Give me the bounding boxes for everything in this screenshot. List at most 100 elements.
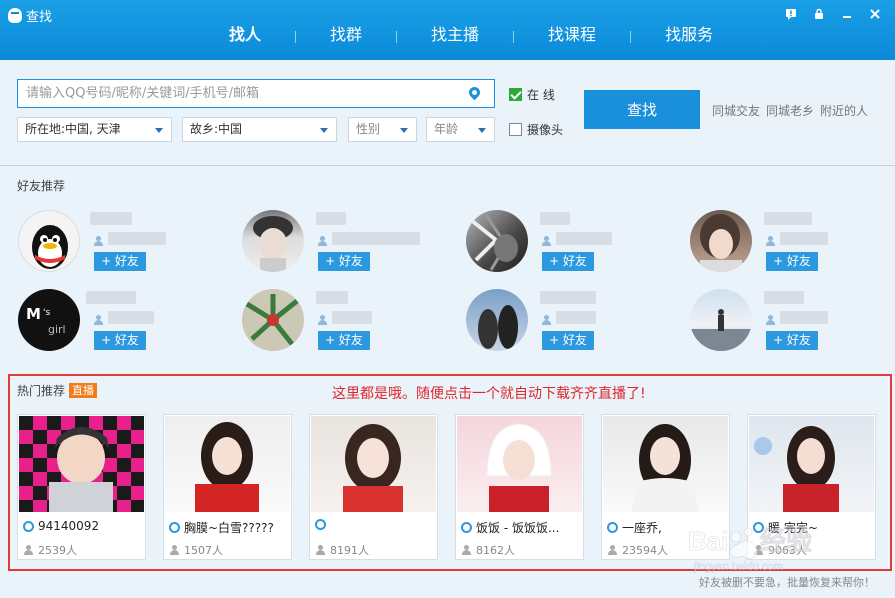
live-card-viewer-count: 9063人	[768, 544, 807, 557]
tab-find-groups[interactable]: 找群	[296, 24, 396, 50]
redacted-info	[556, 232, 612, 245]
redacted-info	[108, 311, 154, 324]
annotation-text: 这里都是哦。随便点击一个就自动下载齐齐直播了!	[332, 386, 646, 402]
avatar[interactable]	[466, 210, 528, 272]
hot-section-title: 热门推荐 直播	[17, 382, 98, 399]
redacted-info	[108, 232, 166, 245]
person-icon	[318, 315, 327, 325]
app-title: 查找	[8, 6, 52, 25]
lock-icon[interactable]	[809, 5, 829, 23]
location-select[interactable]: 所在地:中国, 天津	[17, 117, 172, 142]
main-nav: 找人 找群 找主播 找课程 找服务	[195, 24, 747, 50]
live-card-viewer-count: 2539人	[38, 544, 77, 557]
close-icon[interactable]	[865, 5, 885, 23]
hot-title-text: 热门推荐	[17, 384, 66, 398]
live-card[interactable]: 一座乔, 23594人	[601, 414, 730, 560]
anchor-icon	[23, 520, 34, 532]
camera-label: 摄像头	[527, 123, 564, 137]
avatar[interactable]	[242, 210, 304, 272]
live-card-title: 胸膜~白雪?????	[169, 519, 289, 536]
live-card-viewer-count: 1507人	[184, 544, 223, 557]
anchor-icon	[315, 519, 326, 530]
checkbox-unchecked-icon	[509, 123, 522, 136]
add-friend-button[interactable]: + 好友	[542, 331, 594, 350]
tab-find-streamers[interactable]: 找主播	[397, 24, 513, 50]
link-local-townsfolk[interactable]: 同城老乡	[766, 102, 814, 119]
tab-find-courses[interactable]: 找课程	[514, 24, 630, 50]
add-friend-button[interactable]: + 好友	[94, 252, 146, 271]
link-nearby-people[interactable]: 附近的人	[820, 102, 868, 119]
live-thumbnail[interactable]	[311, 416, 436, 512]
avatar[interactable]	[242, 289, 304, 351]
avatar[interactable]	[690, 210, 752, 272]
live-card-viewer-count: 8162人	[476, 544, 515, 557]
friend-card[interactable]: M's girl + 好友	[18, 289, 228, 355]
live-card[interactable]: 暖 完完~ 9063人	[747, 414, 876, 560]
minimize-icon[interactable]	[837, 5, 857, 23]
restore-friends-link[interactable]: 好友被删不要急，批量恢复来帮你！	[699, 574, 875, 590]
avatar[interactable]: M's girl	[18, 289, 80, 351]
search-box	[17, 79, 495, 108]
window-controls	[781, 5, 885, 23]
tab-find-services[interactable]: 找服务	[631, 24, 747, 50]
avatar[interactable]	[18, 210, 80, 272]
person-icon	[318, 236, 327, 246]
live-thumbnail[interactable]	[165, 416, 290, 512]
qq-penguin-icon	[8, 8, 22, 23]
gender-select-value: 性别	[356, 122, 381, 136]
live-card-viewers: 8191人	[315, 542, 369, 558]
live-card[interactable]: 胸膜~白雪????? 1507人	[163, 414, 292, 560]
avatar[interactable]	[466, 289, 528, 351]
location-pin-icon[interactable]	[466, 84, 483, 101]
add-friend-button[interactable]: + 好友	[318, 252, 370, 271]
live-thumbnail[interactable]	[603, 416, 728, 512]
live-card-viewer-count: 8191人	[330, 544, 369, 557]
add-friend-button[interactable]: + 好友	[94, 331, 146, 350]
add-friend-button[interactable]: + 好友	[766, 331, 818, 350]
search-button[interactable]: 查找	[584, 90, 700, 129]
live-card[interactable]: 94140092 2539人	[17, 414, 146, 560]
svg-text:M: M	[26, 305, 41, 323]
friend-card[interactable]: + 好友	[242, 210, 452, 276]
add-friend-button[interactable]: + 好友	[766, 252, 818, 271]
friend-card[interactable]: + 好友	[18, 210, 228, 276]
anchor-icon	[607, 522, 618, 533]
add-friend-button[interactable]: + 好友	[318, 331, 370, 350]
avatar[interactable]	[690, 289, 752, 351]
friend-card[interactable]: + 好友	[690, 210, 895, 276]
friend-card[interactable]: + 好友	[690, 289, 895, 355]
online-checkbox[interactable]: 在 线	[509, 86, 555, 103]
live-thumbnail[interactable]	[749, 416, 874, 512]
location-select-value: 所在地:中国, 天津	[25, 122, 121, 136]
age-select-value: 年龄	[434, 122, 459, 136]
live-card[interactable]: 8191人	[309, 414, 438, 560]
tab-find-people[interactable]: 找人	[195, 24, 295, 50]
chevron-down-icon	[400, 128, 408, 133]
add-friend-button[interactable]: + 好友	[542, 252, 594, 271]
hometown-select[interactable]: 故乡:中国	[182, 117, 337, 142]
redacted-info	[332, 232, 420, 245]
age-select[interactable]: 年龄	[426, 117, 495, 142]
live-card-title: 饭饭 - 饭饭饭...	[461, 519, 581, 536]
live-card[interactable]: 饭饭 - 饭饭饭... 8162人	[455, 414, 584, 560]
live-card-title: 暖 完完~	[753, 519, 873, 536]
search-input[interactable]	[18, 80, 458, 107]
live-card-name: 暖 完完~	[768, 521, 818, 535]
feedback-icon[interactable]	[781, 5, 801, 23]
live-thumbnail[interactable]	[457, 416, 582, 512]
gender-select[interactable]: 性别	[348, 117, 417, 142]
camera-checkbox[interactable]: 摄像头	[509, 121, 563, 138]
redacted-nickname	[316, 212, 346, 225]
redacted-info	[556, 311, 596, 324]
live-card-viewers: 1507人	[169, 542, 223, 558]
friend-card[interactable]: + 好友	[242, 289, 452, 355]
hometown-select-value: 故乡:中国	[190, 122, 243, 136]
live-thumbnail[interactable]	[19, 416, 144, 512]
friend-card[interactable]: + 好友	[466, 289, 676, 355]
live-card-viewers: 23594人	[607, 542, 668, 558]
live-card-viewers: 2539人	[23, 542, 77, 558]
redacted-info	[332, 311, 372, 324]
link-local-dating[interactable]: 同城交友	[712, 102, 760, 119]
friend-card[interactable]: + 好友	[466, 210, 676, 276]
live-card-title	[315, 519, 435, 530]
